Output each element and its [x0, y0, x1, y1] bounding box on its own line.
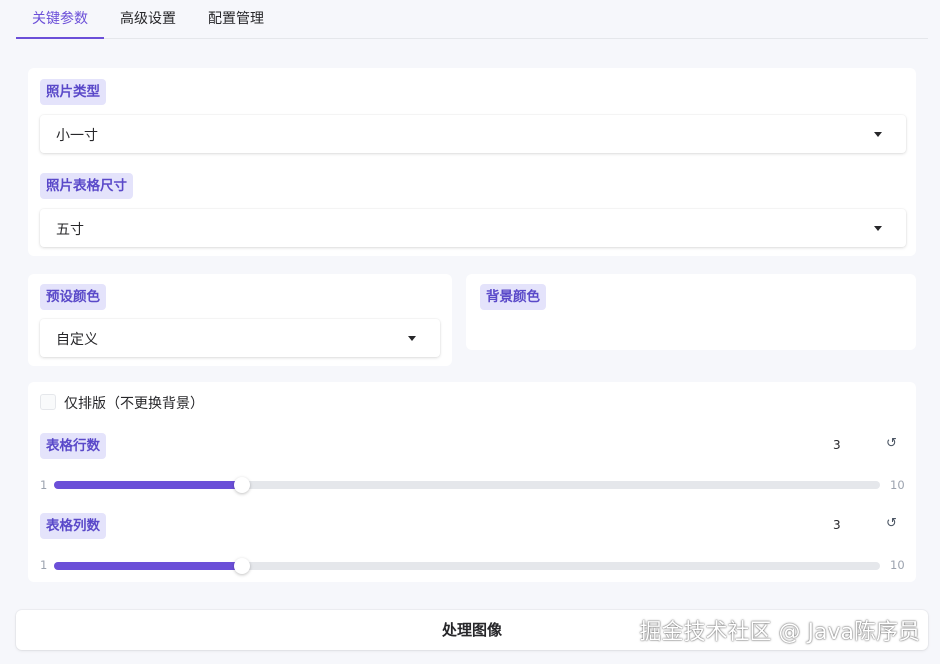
- photo-type-select[interactable]: 小一寸: [40, 115, 906, 153]
- tab-bar: 关键参数 高级设置 配置管理: [16, 0, 928, 39]
- sheet-size-value: 五寸: [56, 222, 84, 238]
- preset-color-value: 自定义: [56, 332, 98, 348]
- chevron-down-icon: [874, 226, 882, 231]
- cols-value[interactable]: 3: [833, 518, 841, 532]
- rows-min-label: 1: [40, 478, 48, 492]
- photo-type-label: 照片类型: [40, 79, 106, 105]
- tab-advanced-settings[interactable]: 高级设置: [104, 8, 192, 38]
- preset-color-select[interactable]: 自定义: [40, 319, 440, 357]
- watermark-text: 掘金技术社区 @ Java陈序员: [639, 620, 920, 645]
- sheet-size-select[interactable]: 五寸: [40, 209, 906, 247]
- cols-min-label: 1: [40, 558, 48, 572]
- chevron-down-icon: [874, 132, 882, 137]
- cols-max-label: 10: [890, 558, 905, 572]
- rows-max-label: 10: [890, 478, 905, 492]
- sheet-size-label: 照片表格尺寸: [40, 173, 133, 199]
- layout-only-checkbox[interactable]: [40, 394, 56, 410]
- tab-config-management[interactable]: 配置管理: [192, 8, 280, 38]
- cols-slider-thumb[interactable]: [234, 558, 250, 574]
- preset-color-label: 预设颜色: [40, 284, 106, 310]
- rows-slider[interactable]: [54, 477, 880, 493]
- rows-value[interactable]: 3: [833, 438, 841, 452]
- background-color-label: 背景颜色: [480, 284, 546, 310]
- cols-reset-icon[interactable]: ↺: [886, 516, 897, 531]
- photo-type-value: 小一寸: [56, 128, 98, 144]
- cols-slider[interactable]: [54, 558, 880, 574]
- tab-key-params[interactable]: 关键参数: [16, 8, 104, 39]
- rows-reset-icon[interactable]: ↺: [886, 436, 897, 451]
- cols-slider-fill: [54, 562, 242, 570]
- chevron-down-icon: [408, 336, 416, 341]
- cols-label: 表格列数: [40, 513, 106, 539]
- rows-slider-fill: [54, 481, 242, 489]
- rows-slider-thumb[interactable]: [234, 477, 250, 493]
- rows-label: 表格行数: [40, 433, 106, 459]
- layout-only-label: 仅排版（不更换背景）: [64, 396, 204, 412]
